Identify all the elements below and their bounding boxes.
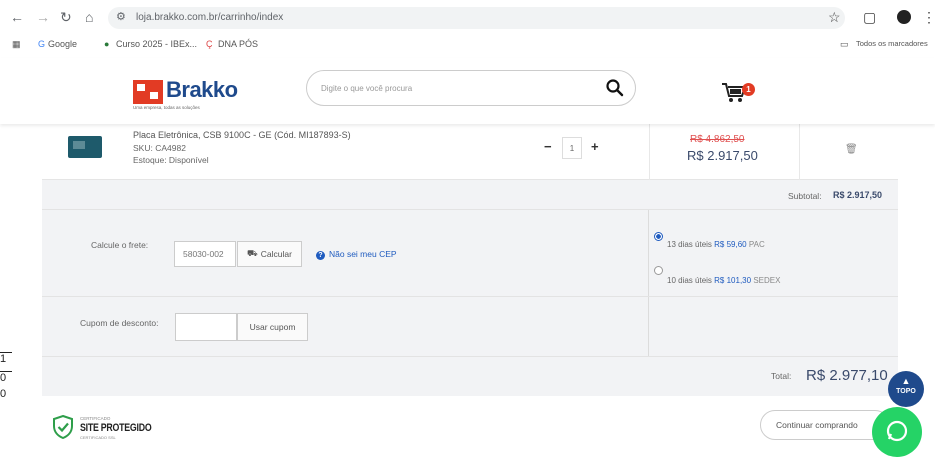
quantity-input[interactable]	[562, 137, 582, 159]
subtotal-label: Subtotal:	[788, 191, 822, 201]
bookmark-star-icon[interactable]: ☆	[828, 9, 841, 26]
forward-icon[interactable]: →	[36, 9, 50, 25]
address-bar[interactable]: ⚙ loja.brakko.com.br/carrinho/index	[108, 7, 845, 29]
column-divider	[648, 210, 649, 296]
coupon-row: Cupom de desconto: Usar cupom	[42, 297, 898, 357]
quantity-stepper: − +	[542, 137, 602, 159]
reload-icon[interactable]: ↻	[60, 9, 72, 26]
price-new: R$ 2.917,50	[687, 148, 758, 163]
calculate-label: Calcular	[260, 249, 292, 259]
no-cep-label: Não sei meu CEP	[329, 249, 397, 259]
trash-icon[interactable]: 🗑	[845, 144, 858, 155]
site-settings-icon[interactable]: ⚙	[116, 10, 126, 23]
apps-icon[interactable]: ▦	[12, 39, 21, 50]
total-value: R$ 2.977,10	[806, 367, 888, 384]
search-box	[306, 70, 636, 106]
column-divider	[648, 297, 649, 356]
seal-bottom-text: CERTIFICADO SSL	[80, 435, 116, 440]
folder-icon: ▭	[840, 39, 849, 49]
cart-button[interactable]: 1	[720, 80, 760, 104]
url-text: loja.brakko.com.br/carrinho/index	[136, 12, 284, 23]
profile-avatar[interactable]	[897, 10, 911, 24]
question-icon: ?	[316, 251, 325, 260]
total-row: Total: R$ 2.977,10	[42, 357, 898, 396]
quantity-decrease-button[interactable]: −	[544, 139, 552, 154]
bookmark-google[interactable]: Google	[48, 39, 77, 49]
shipping-row: Calcule o frete: ⛟ Calcular ? Não sei meu…	[42, 210, 898, 297]
shipping-days: 10 dias úteis	[667, 276, 712, 285]
cart-item-row: Placa Eletrônica, CSB 9100C - GE (Cód. M…	[42, 124, 898, 180]
google-icon: G	[38, 39, 46, 49]
shipping-days: 13 dias úteis	[667, 240, 712, 249]
price-old: R$ 4.862,50	[690, 134, 745, 145]
logo-tagline: Uma empresa, todas as soluções	[133, 105, 200, 110]
whatsapp-button[interactable]	[872, 407, 922, 457]
shipping-label: Calcule o frete:	[91, 240, 149, 250]
coupon-label: Cupom de desconto:	[80, 318, 159, 328]
cart-table: Placa Eletrônica, CSB 9100C - GE (Cód. M…	[42, 124, 898, 396]
logo-mark	[133, 80, 163, 104]
calculate-shipping-button[interactable]: ⛟ Calcular	[237, 241, 302, 267]
shipping-service: SEDEX	[753, 276, 781, 285]
extensions-icon[interactable]: ▢	[863, 9, 876, 26]
whatsapp-icon	[886, 420, 908, 442]
logo-name: Brakko	[166, 77, 238, 102]
subtotal-value: R$ 2.917,50	[833, 190, 883, 200]
coupon-input[interactable]	[175, 313, 237, 341]
browser-chrome: ← → ↻ ⌂ ⚙ loja.brakko.com.br/carrinho/in…	[0, 0, 935, 58]
dna-icon: Ç	[206, 39, 213, 49]
column-divider	[649, 124, 650, 180]
total-label: Total:	[771, 371, 792, 381]
shipping-radio-pac[interactable]	[654, 232, 663, 241]
cart-count-badge: 1	[742, 83, 755, 96]
shield-check-icon	[53, 415, 73, 439]
site-header: Brakko Uma empresa, todas as soluções 1	[0, 58, 935, 124]
bookmark-curso[interactable]: Curso 2025 - IBEx...	[116, 39, 197, 49]
product-name[interactable]: Placa Eletrônica, CSB 9100C - GE (Cód. M…	[133, 130, 351, 140]
search-icon[interactable]	[605, 78, 625, 98]
shipping-price: R$ 59,60	[714, 240, 747, 249]
shipping-price: R$ 101,30	[714, 276, 752, 285]
all-bookmarks[interactable]: Todos os marcadores	[856, 39, 928, 48]
product-sku: SKU: CA4982	[133, 143, 186, 153]
column-divider	[799, 124, 800, 180]
fragment-text: 1	[0, 352, 12, 365]
continue-shopping-button[interactable]: Continuar comprando	[760, 410, 890, 440]
bookmarks-bar: ▦ G Google ● Curso 2025 - IBEx... Ç DNA …	[0, 34, 935, 56]
quantity-increase-button[interactable]: +	[591, 139, 599, 154]
product-stock: Estoque: Disponível	[133, 155, 209, 165]
shipping-radio-sedex[interactable]	[654, 266, 663, 275]
back-to-top-button[interactable]: ▲ TOPO	[888, 371, 924, 407]
globe-icon: ●	[104, 39, 110, 49]
subtotal-row: Subtotal: R$ 2.917,50	[42, 180, 898, 210]
shipping-option-pac[interactable]: 13 dias úteis R$ 59,60 PAC	[667, 240, 765, 249]
chevron-up-icon: ▲	[901, 376, 911, 386]
back-to-top-label: TOPO	[896, 388, 916, 395]
menu-icon[interactable]: ⋮	[922, 9, 935, 26]
back-icon[interactable]: ←	[10, 9, 24, 25]
fragment-text: 0	[0, 371, 12, 384]
seal-main-text: SITE PROTEGIDO	[80, 422, 152, 434]
left-edge-fragment: 1 0 0	[0, 352, 12, 400]
shipping-option-sedex[interactable]: 10 dias úteis R$ 101,30 SEDEX	[667, 276, 780, 285]
cep-input[interactable]	[174, 241, 236, 267]
seal-top-text: CERTIFICADO	[80, 416, 111, 421]
product-image[interactable]	[68, 136, 102, 158]
fragment-text: 0	[0, 388, 7, 400]
apply-coupon-button[interactable]: Usar cupom	[237, 313, 308, 341]
home-icon[interactable]: ⌂	[85, 9, 93, 25]
truck-icon: ⛟	[247, 248, 258, 258]
search-input[interactable]	[321, 80, 581, 96]
no-cep-link[interactable]: ? Não sei meu CEP	[316, 249, 397, 260]
bookmark-dna[interactable]: DNA PÓS	[218, 39, 258, 49]
shipping-service: PAC	[748, 240, 765, 249]
